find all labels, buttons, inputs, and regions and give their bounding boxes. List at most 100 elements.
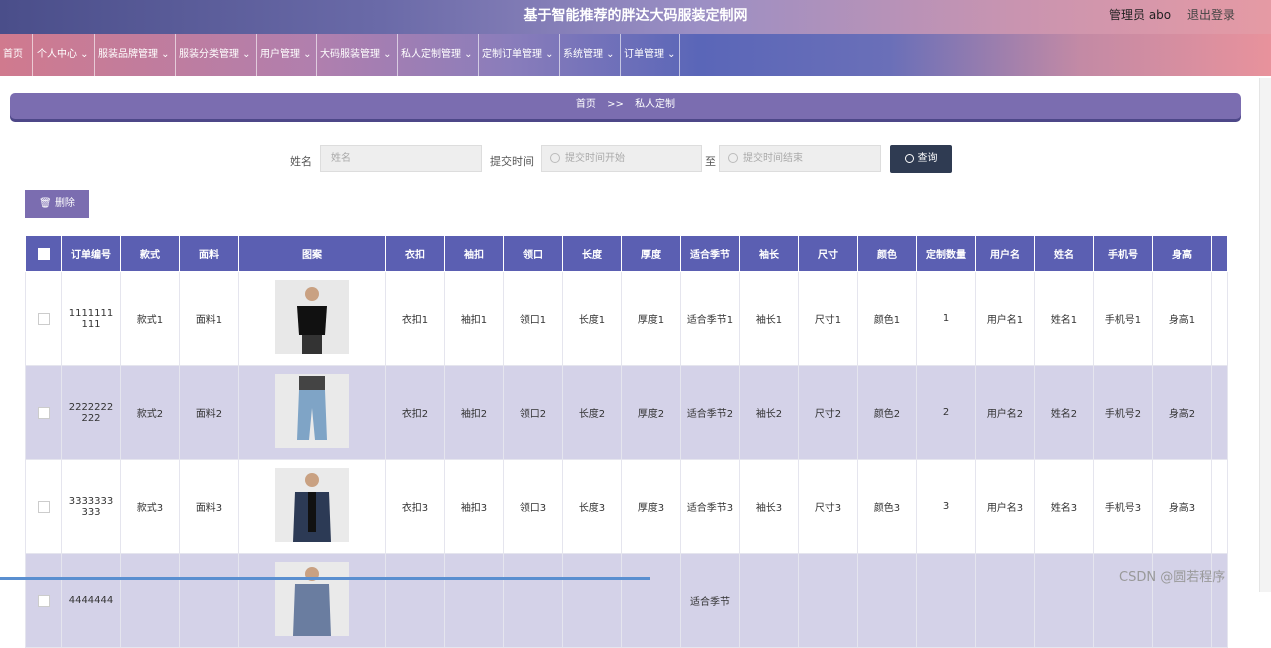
- nav-order-manage[interactable]: 订单管理 ⌄: [621, 34, 680, 76]
- checkbox[interactable]: [37, 594, 50, 607]
- admin-user: 管理员 abo: [1109, 8, 1172, 22]
- table-row[interactable]: 2222222222 款式2 面料2 衣扣2 袖扣2 领口2 长度2 厚度2 适合季节2 袖长2 尺…: [25, 365, 1228, 460]
- cell-name: 姓名2: [1034, 365, 1094, 460]
- cell-phone: 手机号1: [1093, 271, 1153, 366]
- cell-thickness: 厚度3: [621, 459, 681, 554]
- cell-collar: 领口3: [503, 459, 563, 554]
- nav-system-manage[interactable]: 系统管理 ⌄: [560, 34, 621, 76]
- col-order-no: 订单编号: [61, 235, 121, 272]
- delete-button[interactable]: 🗑 删除: [25, 190, 89, 218]
- cell-thickness: [621, 553, 681, 648]
- breadcrumb-current: 私人定制: [635, 99, 676, 110]
- row-select[interactable]: [25, 365, 62, 460]
- scrollbar[interactable]: [1259, 78, 1271, 592]
- cell-order-no: 4444444: [61, 553, 121, 648]
- row-select[interactable]: [25, 459, 62, 554]
- select-all[interactable]: [25, 235, 62, 272]
- cell-cuff: 袖扣3: [444, 459, 504, 554]
- cell-order-no: 2222222222: [61, 365, 121, 460]
- cell-username: 用户名2: [975, 365, 1035, 460]
- col-fabric: 面料: [179, 235, 239, 272]
- breadcrumb-home[interactable]: 首页: [576, 99, 596, 110]
- clock-icon: [550, 153, 560, 163]
- name-input[interactable]: 姓名: [320, 145, 482, 172]
- cell-extra: [1211, 271, 1228, 366]
- cell-length: 长度1: [562, 271, 622, 366]
- cell-button: 衣扣1: [385, 271, 445, 366]
- start-time-input[interactable]: 提交时间开始: [541, 145, 702, 172]
- col-phone: 手机号: [1093, 235, 1153, 272]
- nav-plus-size-manage[interactable]: 大码服装管理 ⌄: [317, 34, 398, 76]
- cell-length: 长度2: [562, 365, 622, 460]
- cell-height: 身高3: [1152, 459, 1212, 554]
- cell-phone: 手机号2: [1093, 365, 1153, 460]
- col-cuff: 袖扣: [444, 235, 504, 272]
- cell-cuff: 袖扣2: [444, 365, 504, 460]
- time-label: 提交时间: [490, 155, 534, 168]
- col-pattern: 图案: [238, 235, 386, 272]
- col-length: 长度: [562, 235, 622, 272]
- checkbox[interactable]: [37, 406, 50, 419]
- garment-photo: [275, 280, 349, 354]
- main-nav: 首页 个人中心 ⌄ 服装品牌管理 ⌄ 服装分类管理 ⌄ 用户管理 ⌄ 大码服装管…: [0, 34, 1271, 76]
- cell-sleeve: 袖长3: [739, 459, 799, 554]
- garment-photo: [275, 562, 349, 636]
- cell-quantity: 1: [916, 271, 976, 366]
- table-row[interactable]: 1111111111 款式1 面料1 衣扣1 袖扣1 领口1 长度1 厚度1 适合季节1 袖长1 尺…: [25, 271, 1228, 366]
- table-header-row: 订单编号 款式 面料 图案 衣扣 袖扣 领口 长度 厚度 适合季节 袖长 尺寸 …: [25, 235, 1228, 272]
- nav-home[interactable]: 首页: [0, 34, 33, 76]
- col-name: 姓名: [1034, 235, 1094, 272]
- cell-sleeve: [739, 553, 799, 648]
- horizontal-scrollbar[interactable]: [0, 577, 650, 580]
- cell-length: 长度3: [562, 459, 622, 554]
- col-username: 用户名: [975, 235, 1035, 272]
- row-select[interactable]: [25, 553, 62, 648]
- table-row[interactable]: 3333333333 款式3 面料3 衣扣3 袖扣3 领口3 长度3 厚度3 适合季节3 袖长3 尺…: [25, 459, 1228, 554]
- nav-user-manage[interactable]: 用户管理 ⌄: [257, 34, 317, 76]
- cell-fabric: [179, 553, 239, 648]
- nav-category-manage[interactable]: 服装分类管理 ⌄: [176, 34, 257, 76]
- nav-private-custom-manage[interactable]: 私人定制管理 ⌄: [398, 34, 479, 76]
- col-quantity: 定制数量: [916, 235, 976, 272]
- name-label: 姓名: [290, 155, 312, 168]
- cell-fabric: 面料2: [179, 365, 239, 460]
- cell-button: [385, 553, 445, 648]
- cell-fabric: 面料1: [179, 271, 239, 366]
- cell-button: 衣扣2: [385, 365, 445, 460]
- cell-order-no: 1111111111: [61, 271, 121, 366]
- custom-table: 订单编号 款式 面料 图案 衣扣 袖扣 领口 长度 厚度 适合季节 袖长 尺寸 …: [25, 235, 1228, 648]
- col-height: 身高: [1152, 235, 1212, 272]
- cell-pattern: [238, 459, 386, 554]
- checkbox[interactable]: [37, 312, 50, 325]
- nav-personal-center[interactable]: 个人中心 ⌄: [34, 34, 95, 76]
- row-select[interactable]: [25, 271, 62, 366]
- col-season: 适合季节: [680, 235, 740, 272]
- garment-photo: [275, 374, 349, 448]
- cell-sleeve: 袖长1: [739, 271, 799, 366]
- col-size: 尺寸: [798, 235, 858, 272]
- checkbox[interactable]: [37, 500, 50, 513]
- site-title: 基于智能推荐的胖达大码服装定制网: [523, 8, 748, 24]
- col-sleeve: 袖长: [739, 235, 799, 272]
- end-time-input[interactable]: 提交时间结束: [719, 145, 881, 172]
- nav-custom-order-manage[interactable]: 定制订单管理 ⌄: [479, 34, 560, 76]
- breadcrumb: 首页 >> 私人定制: [10, 93, 1241, 119]
- cell-name: [1034, 553, 1094, 648]
- cell-season: 适合季节2: [680, 365, 740, 460]
- cell-collar: 领口2: [503, 365, 563, 460]
- cell-size: 尺寸3: [798, 459, 858, 554]
- table-row[interactable]: 4444444 适合季节: [25, 553, 1228, 648]
- query-button[interactable]: 查询: [890, 145, 952, 173]
- cell-quantity: [916, 553, 976, 648]
- cell-size: [798, 553, 858, 648]
- checkbox[interactable]: [37, 247, 50, 260]
- cell-username: 用户名3: [975, 459, 1035, 554]
- clock-icon: [728, 153, 738, 163]
- nav-brand-manage[interactable]: 服装品牌管理 ⌄: [95, 34, 176, 76]
- cell-season: 适合季节1: [680, 271, 740, 366]
- cell-size: 尺寸2: [798, 365, 858, 460]
- cell-username: [975, 553, 1035, 648]
- col-extra: [1211, 235, 1228, 272]
- logout-link[interactable]: 退出登录: [1187, 6, 1235, 23]
- col-thickness: 厚度: [621, 235, 681, 272]
